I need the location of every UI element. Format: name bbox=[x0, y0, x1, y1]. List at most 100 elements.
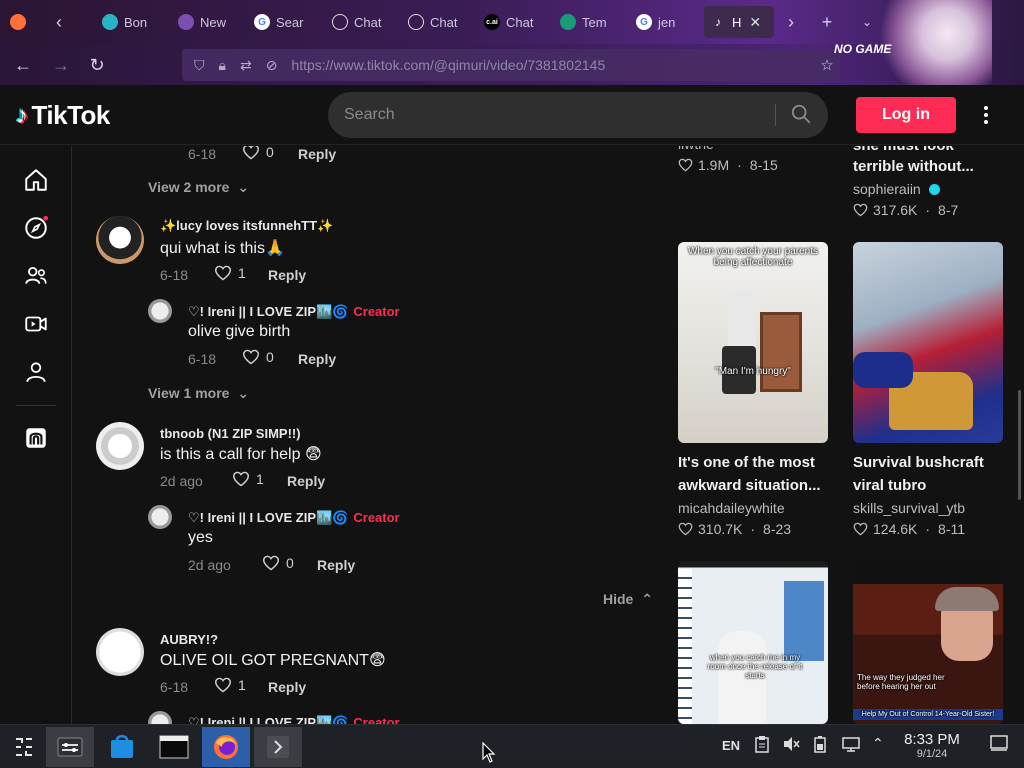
tab-temp[interactable]: Tem bbox=[554, 6, 616, 38]
like-button[interactable]: 1 bbox=[214, 265, 246, 281]
view-more-replies-button[interactable]: View 1 more ⌄ bbox=[148, 385, 249, 402]
clipboard-icon[interactable] bbox=[754, 735, 770, 756]
reload-icon[interactable]: ↻ bbox=[86, 54, 108, 76]
comments-panel: 6-18 0 Reply View 2 more ⌄ ✨lucy loves i… bbox=[72, 146, 662, 724]
bookmark-star-icon[interactable]: ☆ bbox=[816, 54, 838, 76]
app-launcher-icon[interactable] bbox=[0, 727, 48, 767]
comment-username[interactable]: AUBRY!? bbox=[160, 632, 218, 647]
tab-scroll-left-icon[interactable]: ‹ bbox=[48, 11, 70, 33]
live-icon[interactable] bbox=[22, 310, 50, 338]
video-thumbnail[interactable]: The way they judged her before hearing h… bbox=[853, 561, 1003, 724]
address-bar[interactable]: ⛉ 🔒︎ ⇄ ⊘ https://www.tiktok.com/@qimuri/… bbox=[182, 49, 840, 81]
avatar[interactable] bbox=[148, 299, 172, 323]
tray-expand-chevron-icon[interactable]: ⌃ bbox=[872, 735, 884, 752]
like-button[interactable]: 1 bbox=[214, 677, 246, 693]
tab-active-tiktok[interactable]: ♪ H ✕ bbox=[704, 6, 774, 38]
video-thumbnail[interactable]: when you catch me in my room once the re… bbox=[678, 561, 828, 724]
comment-username[interactable]: ♡! Ireni || I LOVE ZIP🏙️🌀 Creator bbox=[188, 510, 400, 526]
view-more-replies-button[interactable]: View 2 more ⌄ bbox=[148, 179, 249, 196]
network-icon[interactable] bbox=[842, 735, 860, 756]
tab-chat-1[interactable]: Chat bbox=[326, 6, 388, 38]
keyboard-layout-indicator[interactable]: EN bbox=[722, 738, 740, 753]
video-author[interactable]: sophieraiin bbox=[853, 181, 940, 197]
video-author[interactable]: micahdaileywhite bbox=[678, 500, 785, 516]
battery-icon[interactable] bbox=[814, 735, 826, 756]
video-title[interactable]: It's one of the most bbox=[678, 451, 815, 474]
sidebar-nav bbox=[0, 146, 72, 724]
video-title[interactable]: awkward situation... bbox=[678, 474, 821, 497]
new-tab-plus-icon[interactable]: + bbox=[816, 11, 838, 33]
system-clock[interactable]: 8:33 PM 9/1/24 bbox=[898, 731, 966, 760]
window-switcher-icon[interactable] bbox=[254, 727, 302, 767]
close-tab-icon[interactable]: ✕ bbox=[749, 14, 761, 31]
comment-username[interactable]: ✨lucy loves itsfunnehTT✨ bbox=[160, 218, 333, 234]
comment-username[interactable]: ♡! Ireni || I LOVE ZIP🏙️🌀 Creator bbox=[188, 304, 400, 320]
video-title[interactable]: viral tubro bbox=[853, 474, 926, 497]
explore-compass-icon[interactable] bbox=[22, 214, 50, 242]
page-scrollbar[interactable] bbox=[1018, 390, 1021, 500]
comment-date: 6-18 bbox=[188, 146, 217, 162]
avatar[interactable] bbox=[96, 216, 144, 264]
chevron-up-icon: ⌃ bbox=[641, 591, 653, 607]
forward-arrow-icon[interactable]: → bbox=[50, 54, 72, 76]
avatar[interactable] bbox=[96, 422, 144, 470]
video-author[interactable]: iiwthe bbox=[678, 146, 714, 152]
avatar[interactable] bbox=[148, 505, 172, 529]
reply-button[interactable]: Reply bbox=[287, 473, 325, 489]
like-button[interactable]: 0 bbox=[242, 146, 274, 160]
like-button[interactable]: 0 bbox=[242, 349, 274, 365]
tab-list-chevron-icon[interactable]: ⌄ bbox=[856, 11, 878, 33]
screen: ‹ Bon New G Sear Chat Chat c.ai Chat Tem G… bbox=[0, 0, 1024, 768]
tab-new[interactable]: New bbox=[172, 6, 234, 38]
home-icon[interactable] bbox=[22, 166, 50, 194]
comment-text: OLIVE OIL GOT PREGNANT😨 bbox=[160, 652, 386, 669]
comment-text: olive give birth bbox=[188, 323, 291, 340]
tab-scroll-right-icon[interactable]: › bbox=[780, 11, 802, 33]
glove-shape bbox=[853, 352, 913, 388]
like-button[interactable]: 1 bbox=[232, 471, 264, 487]
firefox-menu-icon[interactable] bbox=[4, 6, 34, 38]
more-apps-icon[interactable] bbox=[22, 424, 50, 452]
avatar[interactable] bbox=[148, 711, 172, 724]
back-arrow-icon[interactable]: ← bbox=[12, 54, 34, 76]
reply-button[interactable]: Reply bbox=[298, 146, 336, 162]
profile-icon[interactable] bbox=[22, 358, 50, 386]
search-icon[interactable] bbox=[790, 103, 812, 125]
tab-jen[interactable]: Gjen bbox=[630, 6, 692, 38]
show-desktop-icon[interactable] bbox=[990, 735, 1008, 754]
reply-button[interactable]: Reply bbox=[317, 557, 355, 573]
video-thumbnail[interactable] bbox=[853, 242, 1003, 443]
tab-chat-2[interactable]: Chat bbox=[402, 6, 464, 38]
mouse-cursor-icon bbox=[482, 742, 496, 763]
system-settings-icon[interactable] bbox=[46, 727, 94, 767]
tab-chat-3[interactable]: c.ai Chat bbox=[478, 6, 540, 38]
reply-button[interactable]: Reply bbox=[268, 267, 306, 283]
video-title[interactable]: terrible without... bbox=[853, 155, 974, 178]
tiktok-logo[interactable]: ♪ TikTok bbox=[16, 100, 110, 131]
discover-store-icon[interactable] bbox=[98, 727, 146, 767]
comment-username[interactable]: tbnoob (N1 ZIP SIMP!!) bbox=[160, 426, 301, 441]
video-stats: 317.6K · 8-7 bbox=[853, 202, 958, 218]
hide-replies-button[interactable]: Hide ⌃ bbox=[603, 591, 653, 608]
reply-button[interactable]: Reply bbox=[268, 679, 306, 695]
avatar[interactable] bbox=[96, 628, 144, 676]
tiktok-note-icon: ♪ bbox=[16, 101, 28, 129]
more-options-icon[interactable] bbox=[976, 99, 996, 131]
firefox-taskbar-icon[interactable] bbox=[202, 727, 250, 767]
following-icon[interactable] bbox=[22, 262, 50, 290]
tab-search[interactable]: G Sear bbox=[248, 6, 310, 38]
comment-username[interactable]: ♡! Ireni || I LOVE ZIP🏙️🌀 Creator bbox=[188, 715, 400, 724]
new-tab-icon bbox=[178, 14, 194, 30]
video-title[interactable]: Survival bushcraft bbox=[853, 451, 984, 474]
terminal-icon[interactable] bbox=[150, 727, 198, 767]
video-thumbnail[interactable]: When you catch your parents being affect… bbox=[678, 242, 828, 443]
heart-icon bbox=[853, 522, 868, 536]
tab-bonk[interactable]: Bon bbox=[96, 6, 156, 38]
search-input[interactable]: Search bbox=[328, 92, 828, 138]
like-button[interactable]: 0 bbox=[262, 555, 294, 571]
reply-button[interactable]: Reply bbox=[298, 351, 336, 367]
video-author[interactable]: skills_survival_ytb bbox=[853, 500, 965, 516]
comment-date: 6-18 bbox=[160, 679, 189, 695]
volume-muted-icon[interactable] bbox=[782, 735, 800, 756]
login-button[interactable]: Log in bbox=[856, 97, 956, 133]
